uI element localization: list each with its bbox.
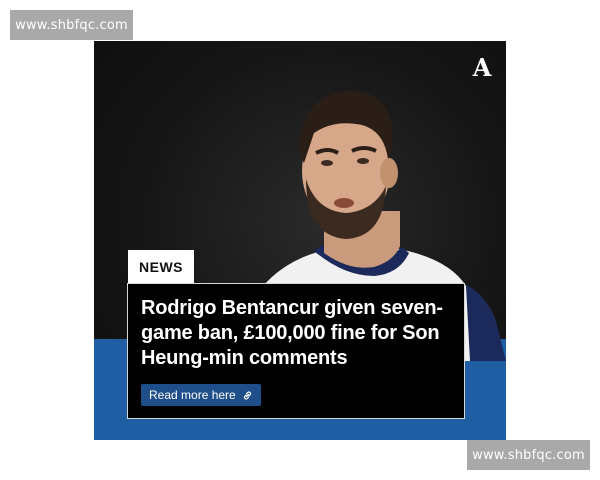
headline-box: Rodrigo Bentancur given seven-game ban, … bbox=[127, 283, 465, 419]
publisher-logo: A bbox=[472, 53, 492, 82]
watermark-bottom: www.shbfqc.com bbox=[467, 440, 590, 470]
watermark-top: www.shbfqc.com bbox=[10, 10, 133, 40]
link-icon bbox=[242, 390, 253, 401]
headline: Rodrigo Bentancur given seven-game ban, … bbox=[141, 297, 443, 369]
news-tag: NEWS bbox=[128, 250, 194, 283]
read-more-label: Read more here bbox=[149, 388, 236, 402]
read-more-button[interactable]: Read more here bbox=[141, 384, 261, 406]
page: www.shbfqc.com A NEWS Rodrigo Bentancur … bbox=[0, 0, 600, 480]
news-post-card[interactable]: A NEWS Rodrigo Bentancur given seven-gam… bbox=[94, 41, 506, 440]
